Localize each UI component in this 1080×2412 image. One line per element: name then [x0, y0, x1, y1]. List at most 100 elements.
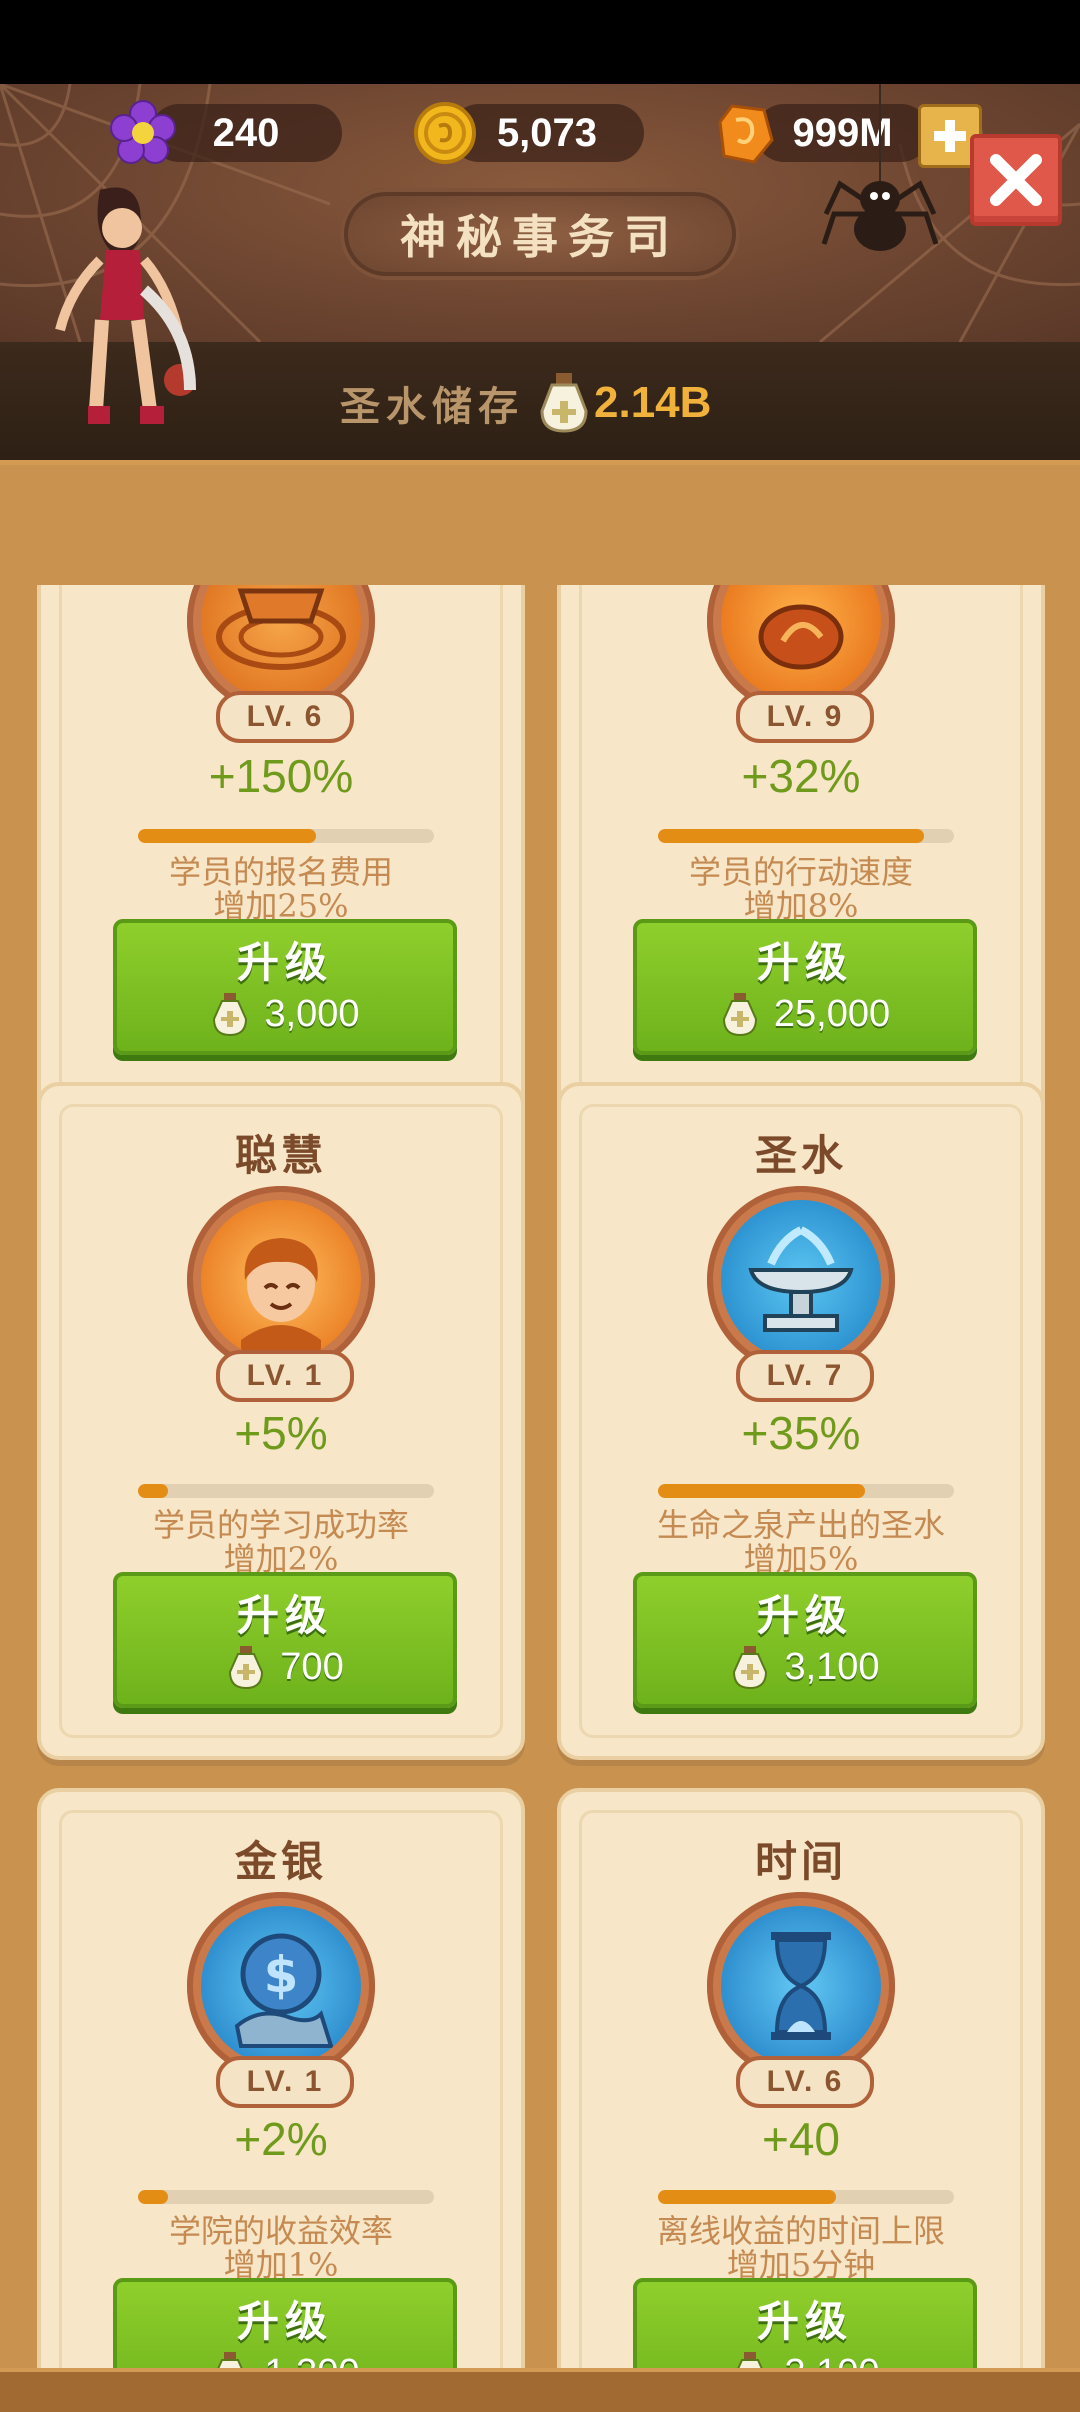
description-line: 增加2% [223, 1540, 339, 1578]
upgrade-cost-value: 700 [280, 1645, 344, 1688]
holy-water-potion-icon [229, 1646, 264, 1690]
medal [707, 1892, 895, 2080]
upgrade-card-time: 时间 LV. 6 +40 离线收益的时间上限 增加5分钟 升级 [557, 1788, 1045, 2368]
upgrade-button[interactable]: 升级 1,300 [113, 2278, 457, 2368]
progress-bar [138, 829, 434, 843]
medal [707, 1186, 895, 1374]
description-line: 学院的收益效率 [168, 2212, 393, 2250]
upgrade-cost: 25,000 [637, 989, 973, 1039]
progress-fill [138, 1484, 168, 1498]
close-icon [990, 154, 1042, 206]
status-bar [0, 0, 1080, 84]
speed-icon [758, 604, 844, 670]
upgrade-label: 升级 [756, 2297, 853, 2346]
bonus-value: +35% [741, 1407, 861, 1459]
upgrade-cost-value: 1,300 [264, 2352, 359, 2369]
description-line: 增加5分钟 [726, 2246, 876, 2284]
upgrade-button[interactable]: 升级 700 [113, 1572, 457, 1708]
card-title: 金银 [234, 1837, 327, 1886]
page-title-text: 神秘事务司 [400, 210, 680, 264]
cards-scroll-area[interactable]: LV. 6 +150% 学员的报名费用 增加25% 升级 3,000 LV. 9… [0, 585, 1080, 2368]
upgrade-cost-value: 3,100 [784, 1645, 880, 1688]
upgrade-label: 升级 [756, 938, 853, 987]
holy-water-potion-icon [217, 2352, 244, 2368]
bonus-value: +2% [234, 2113, 328, 2165]
upgrade-cost-value: 25,000 [773, 992, 891, 1035]
scroll-icon [216, 588, 346, 670]
level-badge: LV. 9 [736, 691, 874, 743]
holy-water-potion-icon [213, 993, 248, 1037]
gold-value: 5,073 [496, 110, 598, 155]
storage-value: 2.14B [594, 370, 711, 436]
purple-flower-icon [110, 100, 176, 164]
medal [187, 1186, 375, 1374]
progress-fill [658, 829, 925, 843]
progress-fill [658, 1484, 866, 1498]
character-illustration [55, 187, 196, 424]
upgrade-button[interactable]: 升级 3,100 [633, 2278, 977, 2368]
description-line: 学员的行动速度 [688, 853, 913, 891]
upgrade-label: 升级 [236, 1591, 333, 1640]
upgrade-button[interactable]: 升级 3,000 [113, 919, 457, 1055]
bonus-value: +32% [741, 750, 861, 802]
holy-water-potion-icon [540, 373, 588, 433]
upgrade-card-wisdom: 聪慧 LV. 1 +5% 学员的学习成功率 增加2% 升级 700 [37, 1082, 525, 1760]
holy-water-potion-icon [733, 1646, 768, 1690]
level-badge: LV. 7 [736, 1350, 874, 1402]
description-line: 学员的报名费用 [168, 853, 393, 891]
card-title: 聪慧 [234, 1131, 327, 1180]
upgrade-cost: 1,300 [117, 2348, 453, 2368]
upgrade-card-holy-water: 圣水 LV. 7 +35% 生命之泉产出的圣水 增加5% 升级 3,100 [557, 1082, 1045, 1760]
level-badge: LV. 1 [216, 1350, 354, 1402]
progress-bar [138, 1484, 434, 1498]
svg-text:$: $ [264, 1946, 299, 2004]
upgrade-label: 升级 [236, 938, 333, 987]
upgrade-card-gold: 金银 $ LV. 1 +2% 学院的收益效率 增加1% 升级 [37, 1788, 525, 2368]
close-button[interactable] [970, 134, 1062, 226]
progress-bar [138, 2190, 434, 2204]
upgrade-cost: 3,000 [117, 989, 453, 1039]
upgrade-cost: 700 [117, 1642, 453, 1692]
progress-fill [138, 829, 316, 843]
card-title: 圣水 [754, 1131, 847, 1180]
card-title: 时间 [754, 1837, 847, 1886]
spider-icon [821, 84, 939, 251]
description-line: 离线收益的时间上限 [656, 2212, 945, 2250]
medal: $ [187, 1892, 375, 2080]
upgrade-cost: 3,100 [637, 1642, 973, 1692]
level-badge: LV. 6 [736, 2056, 874, 2108]
storage-value-text: 2.14B [594, 378, 712, 427]
progress-bar [658, 829, 954, 843]
upgrade-button[interactable]: 升级 25,000 [633, 919, 977, 1055]
progress-bar [658, 1484, 954, 1498]
storage-label-text: 圣水储存 [340, 383, 524, 430]
hourglass-icon [771, 1932, 831, 2040]
gems-value: 240 [212, 110, 280, 155]
description-line: 增加1% [223, 2246, 339, 2284]
description-line: 增加8% [743, 887, 859, 925]
description-line: 增加5% [743, 1540, 859, 1578]
bottom-frame [0, 2368, 1080, 2412]
coin-hand-icon: $ [234, 1933, 334, 2048]
holy-water-potion-icon [737, 2352, 764, 2368]
upgrade-label: 升级 [756, 1591, 853, 1640]
description-line: 增加25% [213, 887, 349, 925]
progress-bar [658, 2190, 954, 2204]
student-face-icon [241, 1238, 321, 1360]
upgrade-cost-value: 3,100 [784, 2352, 879, 2369]
progress-fill [138, 2190, 168, 2204]
upgrade-cost: 3,100 [637, 2348, 973, 2368]
bonus-value: +150% [208, 750, 354, 802]
gold-coin-icon [414, 102, 476, 164]
description-line: 学员的学习成功率 [152, 1506, 409, 1544]
upgrade-label: 升级 [236, 2297, 333, 2346]
gems-counter: 240 [150, 104, 342, 162]
page-title: 神秘事务司 [340, 188, 740, 280]
storage-label: 圣水储存 [340, 370, 594, 436]
upgrade-button[interactable]: 升级 3,100 [633, 1572, 977, 1708]
level-badge: LV. 1 [216, 2056, 354, 2108]
amber-gem-icon [718, 104, 774, 164]
gold-counter: 5,073 [450, 104, 644, 162]
progress-fill [658, 2190, 836, 2204]
bonus-value: +40 [761, 2113, 841, 2165]
